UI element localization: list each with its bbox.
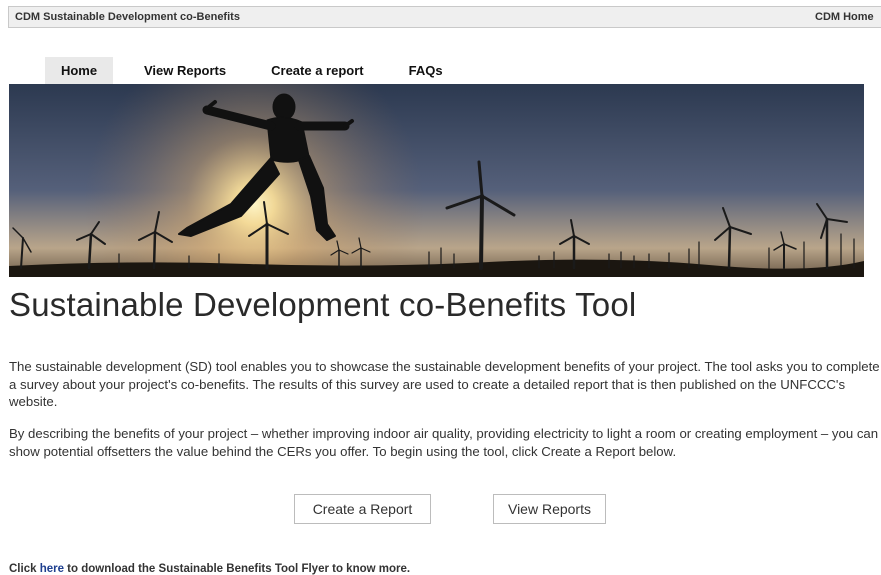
footer-prefix: Click xyxy=(9,563,40,575)
site-title: CDM Sustainable Development co-Benefits xyxy=(15,11,240,23)
instructions-paragraph: By describing the benefits of your proje… xyxy=(9,426,879,459)
flyer-download-note: Click here to download the Sustainable B… xyxy=(9,563,410,575)
cdm-home-link[interactable]: CDM Home xyxy=(815,11,874,23)
view-reports-button[interactable]: View Reports xyxy=(493,494,606,524)
banner-image xyxy=(9,84,864,277)
create-report-button[interactable]: Create a Report xyxy=(294,494,431,524)
tab-faqs[interactable]: FAQs xyxy=(409,57,443,85)
tab-home[interactable]: Home xyxy=(45,57,113,85)
footer-suffix: to download the Sustainable Benefits Too… xyxy=(63,563,411,575)
flyer-download-link[interactable]: here xyxy=(40,563,64,575)
tab-create-report[interactable]: Create a report xyxy=(271,57,363,85)
banner-illustration xyxy=(9,84,864,277)
intro-paragraph: The sustainable development (SD) tool en… xyxy=(9,359,880,409)
top-bar: CDM Sustainable Development co-Benefits … xyxy=(8,6,881,28)
main-nav: Home View Reports Create a report FAQs xyxy=(45,57,443,85)
tab-view-reports[interactable]: View Reports xyxy=(144,57,226,85)
page-title: Sustainable Development co-Benefits Tool xyxy=(9,286,637,323)
